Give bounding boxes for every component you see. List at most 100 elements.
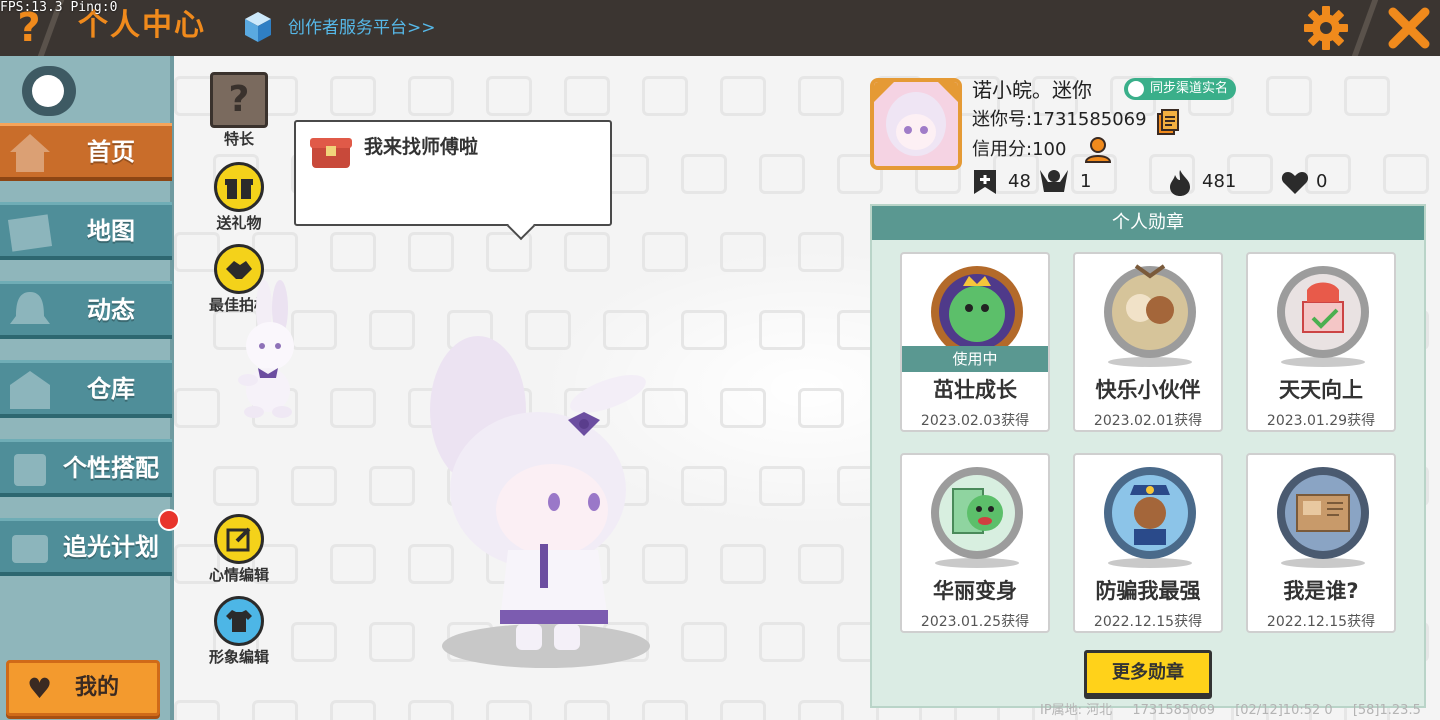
background-tile — [642, 700, 688, 720]
sidebar-toggle[interactable] — [22, 66, 76, 116]
shirt-icon — [214, 596, 264, 646]
in-use-label: 使用中 — [902, 346, 1048, 372]
sidebar-item-label: 首页 — [87, 138, 135, 166]
background-tile — [798, 388, 844, 428]
speech-bubble: 我来找师傅啦 — [294, 120, 612, 226]
badge-name: 我是谁? — [1283, 579, 1359, 603]
verify-badge[interactable]: 同步渠道实名 — [1124, 78, 1237, 100]
gear-icon[interactable] — [1302, 4, 1350, 52]
creator-platform-link[interactable]: 创作者服务平台>> — [288, 16, 436, 40]
ip-location: IP属地: 河北 — [1040, 703, 1113, 718]
badge-card[interactable]: 华丽变身 2023.01.25获得 — [900, 453, 1050, 633]
gift-icon — [214, 162, 264, 212]
footer-info: IP属地: 河北 1731585069 [02/12]10:52 0 [58]1… — [1040, 702, 1437, 720]
notification-dot — [158, 509, 180, 531]
warehouse-icon — [10, 371, 50, 409]
background-tile — [720, 76, 766, 116]
sidebar-item-label: 个性搭配 — [63, 454, 159, 482]
sidebar-item-feed[interactable]: 动态 — [0, 281, 172, 339]
top-bar: ? 个人中心 创作者服务平台>> — [0, 0, 1440, 56]
background-tile — [330, 544, 376, 584]
avatar-image — [874, 82, 958, 166]
bell-icon — [10, 292, 50, 324]
badge-name: 茁壮成长 — [933, 378, 1017, 402]
mine-button-label: 我的 — [75, 675, 120, 700]
background-tile — [174, 700, 220, 720]
sidebar-item-label: 追光计划 — [63, 533, 159, 561]
credit-score: 信用分:100 — [972, 139, 1067, 160]
bookmark-icon — [974, 170, 996, 194]
background-tile — [330, 76, 376, 116]
background-tile — [759, 622, 805, 662]
more-badges-button[interactable]: 更多勋章 — [1084, 650, 1212, 696]
send-gift-button[interactable]: 送礼物 — [204, 162, 274, 232]
badge-buddy-icon — [1104, 264, 1196, 367]
close-icon[interactable] — [1385, 4, 1433, 52]
background-tile — [486, 700, 532, 720]
background-tile — [174, 388, 220, 428]
map-icon — [7, 214, 53, 252]
outfit-icon — [14, 454, 46, 486]
home-icon — [10, 134, 50, 172]
likes-stat: 0 — [1280, 168, 1350, 196]
badge-transform-icon — [931, 467, 1023, 568]
background-tile — [564, 76, 610, 116]
bubble-text: 我来找师傅啦 — [364, 136, 479, 158]
badge-antifraud-icon — [1104, 467, 1196, 568]
background-tile — [681, 310, 727, 350]
specialty-label: 特长 — [223, 130, 254, 148]
footer-time: [02/12]10:52 0 — [1235, 703, 1333, 718]
badge-date: 2023.02.03获得 — [920, 413, 1030, 429]
cube-icon — [245, 12, 271, 42]
badge-card[interactable]: 快乐小伙伴 2023.02.01获得 — [1073, 252, 1223, 432]
sidebar-item-label: 仓库 — [87, 375, 135, 403]
background-tile — [330, 700, 376, 720]
debug-readout: FPS:13.3 Ping:0 — [0, 0, 118, 15]
avatar[interactable] — [870, 78, 962, 170]
sidebar-item-home[interactable]: 首页 — [0, 123, 172, 181]
sidebar-item-label: 动态 — [87, 296, 135, 324]
badge-card[interactable]: 我是谁? 2022.12.15获得 — [1246, 453, 1396, 633]
bunny-pet — [238, 280, 294, 418]
player-name: 诺小皖。迷你 — [972, 78, 1092, 102]
sidebar-item-warehouse[interactable]: 仓库 — [0, 360, 172, 418]
footer-uid: 1731585069 — [1132, 703, 1216, 718]
badge-name: 快乐小伙伴 — [1095, 378, 1201, 402]
fire-icon — [1170, 170, 1190, 196]
badges-title: 个人勋章 — [872, 206, 1424, 240]
background-tile — [720, 544, 766, 584]
badge-date: 2022.12.15获得 — [1266, 614, 1376, 630]
background-tile — [330, 388, 376, 428]
look-edit-label: 形象编辑 — [208, 648, 269, 666]
edit-icon — [214, 514, 264, 564]
sidebar-item-outfit[interactable]: 个性搭配 — [0, 439, 172, 497]
background-tile — [291, 622, 337, 662]
background-tile — [564, 700, 610, 720]
background-tile — [759, 154, 805, 194]
background-tile — [486, 232, 532, 272]
mine-button[interactable]: ♥ 我的 — [6, 660, 160, 716]
cheer-icon — [1040, 170, 1068, 192]
footer-version: [58]1.23.5 — [1352, 703, 1421, 718]
credit-user-icon[interactable] — [1084, 136, 1112, 164]
player-avatar[interactable] — [408, 320, 668, 680]
copy-icon[interactable] — [1156, 108, 1180, 136]
background-tile — [759, 466, 805, 506]
badge-name: 华丽变身 — [933, 579, 1017, 603]
look-edit-button[interactable]: 形象编辑 — [204, 596, 274, 666]
badge-card[interactable]: 使用中 茁壮成长 2023.02.03获得 — [900, 252, 1050, 432]
badge-date: 2022.12.15获得 — [1093, 614, 1203, 630]
background-tile — [759, 310, 805, 350]
sidebar-item-map[interactable]: 地图 — [0, 202, 172, 260]
background-tile — [720, 700, 766, 720]
profile-card: 诺小皖。迷你 同步渠道实名 迷你号:1731585069 信用分:100 48 … — [866, 74, 1426, 204]
background-tile — [486, 76, 532, 116]
sidebar-item-light-plan[interactable]: 追光计划 — [0, 518, 172, 576]
badge-date: 2023.02.01获得 — [1093, 413, 1203, 429]
background-tile — [798, 700, 844, 720]
specialty-button[interactable]: ? 特长 — [204, 72, 274, 148]
badge-card[interactable]: 天天向上 2023.01.29获得 — [1246, 252, 1396, 432]
background-tile — [291, 466, 337, 506]
badge-card[interactable]: 防骗我最强 2022.12.15获得 — [1073, 453, 1223, 633]
mood-edit-button[interactable]: 心情编辑 — [204, 514, 274, 584]
